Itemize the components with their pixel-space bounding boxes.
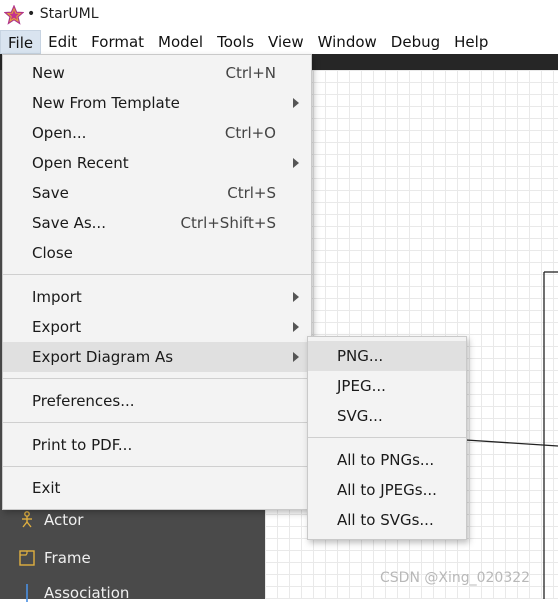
menu-edit[interactable]: Edit bbox=[41, 30, 84, 54]
submenu-item-all-jpegs[interactable]: All to JPEGs... bbox=[308, 475, 466, 505]
palette-item-association[interactable]: Association bbox=[18, 584, 129, 602]
menu-item-close[interactable]: Close bbox=[3, 238, 311, 268]
menu-help[interactable]: Help bbox=[447, 30, 495, 54]
menu-debug[interactable]: Debug bbox=[384, 30, 447, 54]
menu-item-new[interactable]: New Ctrl+N bbox=[3, 58, 311, 88]
menu-format[interactable]: Format bbox=[84, 30, 151, 54]
menu-item-save-as[interactable]: Save As... Ctrl+Shift+S bbox=[3, 208, 311, 238]
menu-item-print-to-pdf[interactable]: Print to PDF... bbox=[3, 430, 311, 460]
menu-separator bbox=[3, 466, 311, 467]
shortcut-label: Ctrl+S bbox=[227, 184, 276, 202]
palette-item-label: Actor bbox=[44, 511, 84, 529]
menu-item-new-from-template[interactable]: New From Template bbox=[3, 88, 311, 118]
submenu-arrow-icon bbox=[293, 158, 299, 168]
menu-item-open[interactable]: Open... Ctrl+O bbox=[3, 118, 311, 148]
menu-item-export[interactable]: Export bbox=[3, 312, 311, 342]
submenu-arrow-icon bbox=[293, 352, 299, 362]
menu-item-import[interactable]: Import bbox=[3, 282, 311, 312]
submenu-arrow-icon bbox=[293, 292, 299, 302]
frame-icon bbox=[18, 549, 36, 567]
menu-bar: File Edit Format Model Tools View Window… bbox=[0, 30, 558, 54]
title-bar: • StarUML bbox=[0, 0, 558, 30]
submenu-item-jpeg[interactable]: JPEG... bbox=[308, 371, 466, 401]
submenu-arrow-icon bbox=[293, 98, 299, 108]
submenu-item-svg[interactable]: SVG... bbox=[308, 401, 466, 431]
menu-item-preferences[interactable]: Preferences... bbox=[3, 386, 311, 416]
window-title: • StarUML bbox=[27, 6, 99, 22]
menu-separator bbox=[3, 422, 311, 423]
menu-view[interactable]: View bbox=[261, 30, 311, 54]
shortcut-label: Ctrl+N bbox=[225, 64, 276, 82]
palette-item-label: Frame bbox=[44, 549, 91, 567]
menu-tools[interactable]: Tools bbox=[210, 30, 261, 54]
palette-item-label: Association bbox=[44, 584, 130, 602]
submenu-arrow-icon bbox=[293, 322, 299, 332]
menu-item-save[interactable]: Save Ctrl+S bbox=[3, 178, 311, 208]
watermark-text: CSDN @Xing_020322 bbox=[380, 570, 531, 586]
menu-item-export-diagram-as[interactable]: Export Diagram As bbox=[3, 342, 311, 372]
shortcut-label: Ctrl+Shift+S bbox=[180, 214, 276, 232]
association-icon bbox=[18, 584, 36, 602]
menu-window[interactable]: Window bbox=[311, 30, 384, 54]
export-diagram-submenu: PNG... JPEG... SVG... All to PNGs... All… bbox=[307, 336, 467, 540]
menu-model[interactable]: Model bbox=[151, 30, 210, 54]
actor-icon bbox=[18, 511, 36, 529]
submenu-item-all-pngs[interactable]: All to PNGs... bbox=[308, 445, 466, 475]
palette-item-actor[interactable]: Actor bbox=[18, 511, 83, 529]
shortcut-label: Ctrl+O bbox=[224, 124, 276, 142]
menu-file[interactable]: File bbox=[0, 30, 42, 54]
file-menu-dropdown: New Ctrl+N New From Template Open... Ctr… bbox=[2, 54, 312, 510]
submenu-item-all-svgs[interactable]: All to SVGs... bbox=[308, 505, 466, 535]
palette-item-frame[interactable]: Frame bbox=[18, 549, 91, 567]
menu-item-exit[interactable]: Exit bbox=[3, 473, 311, 503]
menu-item-open-recent[interactable]: Open Recent bbox=[3, 148, 311, 178]
submenu-item-png[interactable]: PNG... bbox=[308, 341, 466, 371]
menu-separator bbox=[308, 437, 466, 438]
staruml-star-icon bbox=[4, 5, 24, 25]
menu-separator bbox=[3, 378, 311, 379]
menu-separator bbox=[3, 274, 311, 275]
